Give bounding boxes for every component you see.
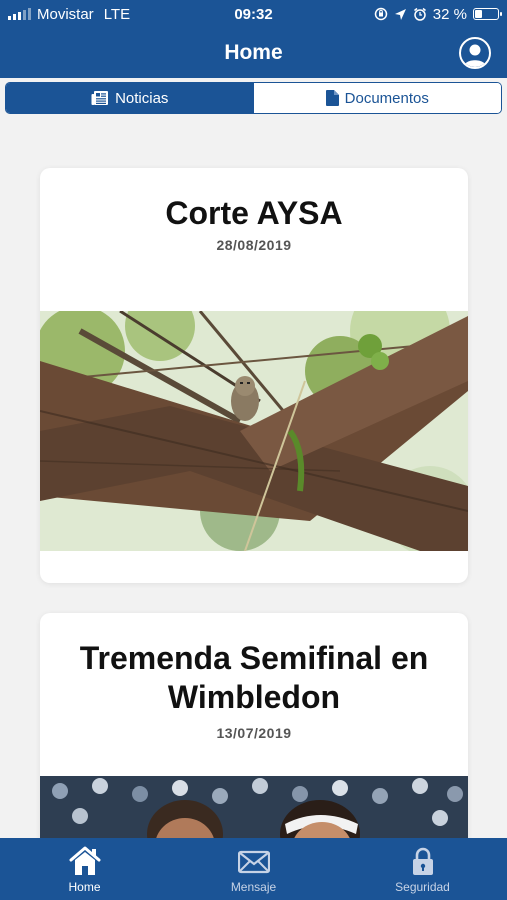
news-card[interactable]: Tremenda Semifinal en Wimbledon 13/07/20… bbox=[40, 613, 468, 838]
news-image bbox=[40, 311, 468, 551]
news-date: 28/08/2019 bbox=[216, 237, 292, 253]
tab-mensaje-label: Mensaje bbox=[230, 880, 277, 894]
section-switcher: Noticias Documentos bbox=[5, 82, 502, 114]
lock-icon bbox=[412, 847, 433, 875]
news-feed[interactable]: Corte AYSA 28/08/2019 Tremenda Semifinal… bbox=[0, 118, 507, 838]
signal-icon bbox=[8, 8, 31, 20]
news-image bbox=[40, 776, 468, 838]
profile-button[interactable] bbox=[459, 37, 491, 69]
document-icon bbox=[325, 90, 339, 106]
alarm-icon bbox=[413, 7, 426, 21]
tab-noticias[interactable]: Noticias bbox=[6, 83, 254, 113]
tab-mensaje[interactable]: Mensaje bbox=[194, 838, 314, 900]
tab-documentos[interactable]: Documentos bbox=[253, 83, 501, 113]
tab-documentos-label: Documentos bbox=[344, 89, 429, 107]
location-icon bbox=[394, 8, 406, 20]
battery-icon bbox=[473, 8, 502, 20]
tab-home[interactable]: Home bbox=[25, 838, 145, 900]
news-title: Tremenda Semifinal en Wimbledon bbox=[79, 640, 429, 715]
news-card[interactable]: Corte AYSA 28/08/2019 bbox=[40, 168, 468, 583]
tab-seguridad-label: Seguridad bbox=[395, 880, 450, 894]
home-icon bbox=[69, 846, 100, 875]
newspaper-icon bbox=[91, 91, 109, 105]
network-type: LTE bbox=[103, 5, 131, 23]
battery-percent: 32 % bbox=[432, 5, 467, 23]
battery-fill bbox=[475, 10, 483, 18]
page-title: Home bbox=[224, 41, 283, 64]
tab-bar: Home Mensaje Seguridad bbox=[0, 838, 507, 900]
navigation-bar: Home bbox=[0, 28, 507, 78]
status-bar: Movistar LTE 09:32 32 % bbox=[0, 0, 507, 28]
news-title: Corte AYSA bbox=[165, 195, 343, 231]
user-circle-icon bbox=[464, 44, 486, 67]
news-date: 13/07/2019 bbox=[216, 725, 292, 741]
tab-seguridad[interactable]: Seguridad bbox=[363, 838, 483, 900]
orientation-lock-icon bbox=[374, 7, 388, 21]
status-right: 32 % bbox=[374, 5, 502, 23]
status-left: Movistar LTE bbox=[8, 6, 130, 23]
tab-noticias-label: Noticias bbox=[115, 89, 169, 107]
tab-home-label: Home bbox=[68, 880, 101, 894]
carrier-name: Movistar bbox=[37, 5, 94, 23]
envelope-icon bbox=[237, 850, 270, 874]
